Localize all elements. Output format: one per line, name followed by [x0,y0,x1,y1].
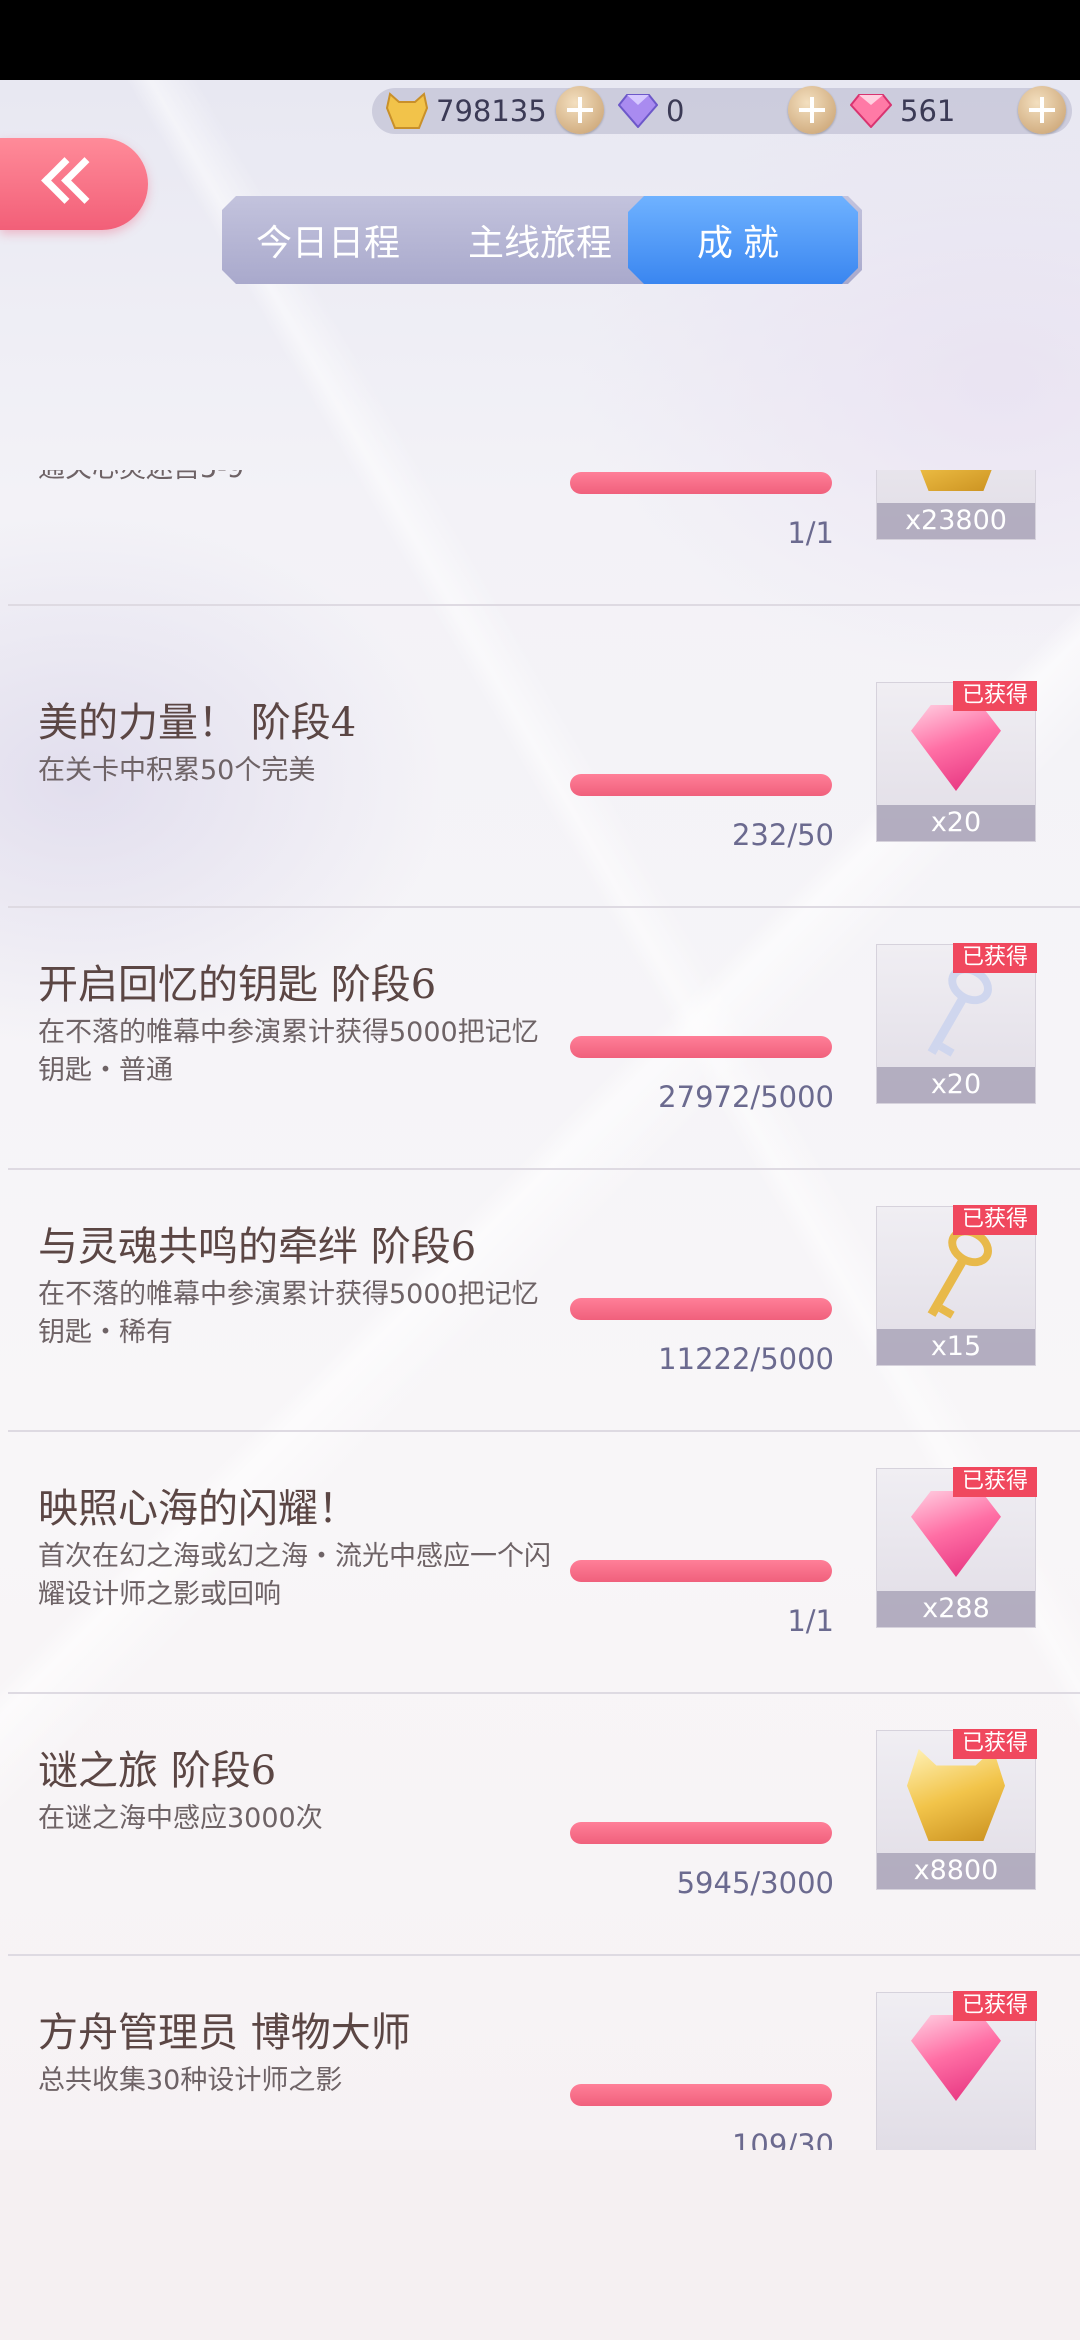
purple-diamond-value: 0 [666,94,685,128]
obtained-badge: 已获得 [953,1467,1037,1497]
progress-text: 5945/3000 [676,1866,834,1900]
progress-text: 27972/5000 [658,1080,834,1114]
pink-diamond-icon [911,1491,1001,1577]
purple-diamond-icon [618,94,658,128]
progress-bar [570,2084,832,2106]
reward-slot[interactable]: 已获得 x20 [876,681,1037,842]
status-bar [0,0,1080,80]
reward-quantity: x15 [877,1329,1035,1365]
gold-coin-icon [907,1749,1005,1841]
achievement-description: 在关卡中积累50个完美 [38,755,316,786]
reward-slot[interactable]: x23800 [876,470,1036,540]
progress-bar [570,1036,832,1058]
currency-coins: 798135 [386,88,547,134]
achievement-title: 美的力量！ 阶段4 [38,700,357,746]
achievement-row: 方舟管理员 博物大师 总共收集30种设计师之影 109/30 已获得 [0,1956,1080,2150]
achievement-title: 与灵魂共鸣的牵绊 阶段6 [38,1224,477,1270]
cat-coin-icon [386,92,428,129]
achievement-row: 映照心海的闪耀！ 首次在幻之海或幻之海・流光中感应一个闪耀设计师之影或回响 1/… [0,1432,1080,1694]
reward-quantity: x20 [877,805,1035,841]
progress-text: 11222/5000 [658,1342,834,1376]
add-pink-diamond-button[interactable] [1018,86,1066,134]
reward-slot[interactable]: 已获得 x288 [876,1467,1037,1628]
reward-slot[interactable]: 已获得 x15 [876,1205,1037,1366]
achievement-title: 谜之旅 阶段6 [38,1748,277,1794]
achievement-description: 通关心灵迷宫5-9 [38,470,558,488]
reward-slot[interactable]: 已获得 [876,1991,1037,2150]
obtained-badge: 已获得 [953,1729,1037,1759]
achievement-description: 总共收集30种设计师之影 [38,2065,343,2096]
add-purple-diamond-button[interactable] [788,86,836,134]
reward-slot[interactable]: 已获得 x8800 [876,1729,1037,1890]
obtained-badge: 已获得 [953,943,1037,973]
progress-bar [570,1822,832,1844]
progress-text: 1/1 [787,1604,834,1638]
achievement-row: 开启回忆的钥匙 阶段6 在不落的帷幕中参演累计获得5000把记忆钥匙・普通 27… [0,908,1080,1170]
pink-diamond-icon [911,2015,1001,2101]
progress-text: 109/30 [731,2128,834,2150]
tab-main-journey[interactable]: 主线旅程 [450,196,630,284]
bottom-area [0,2150,1080,2340]
achievement-row: 美的力量！ 阶段4 在关卡中积累50个完美 232/50 已获得 x20 [0,646,1080,908]
tab-achievements[interactable]: 成就 [628,196,858,284]
progress-bar [570,1298,832,1320]
obtained-badge: 已获得 [953,1205,1037,1235]
pink-diamond-icon [911,705,1001,791]
currency-pink-diamond: 561 [850,88,955,134]
coins-value: 798135 [436,94,547,128]
achievement-list[interactable]: 通关心灵迷宫5-9 1/1 x23800 美的力量！ 阶段4 在关卡中积累50个… [0,470,1080,2150]
gold-coin-icon [907,470,1005,491]
gold-key-icon [916,1219,1000,1327]
achievement-row: 通关心灵迷宫5-9 1/1 x23800 [0,470,1080,606]
progress-bar [570,472,832,494]
progress-text: 1/1 [787,516,834,550]
achievement-description: 在不落的帷幕中参演累计获得5000把记忆钥匙・普通 [38,1017,539,1086]
pink-diamond-value: 561 [900,94,956,128]
obtained-badge: 已获得 [953,1991,1037,2021]
achievement-title: 方舟管理员 博物大师 [38,2010,411,2056]
obtained-badge: 已获得 [953,681,1037,711]
achievement-title: 开启回忆的钥匙 阶段6 [38,962,437,1008]
tab-daily-schedule[interactable]: 今日日程 [238,196,418,284]
reward-quantity: x288 [877,1591,1035,1627]
reward-quantity: x23800 [877,503,1035,539]
add-coins-button[interactable] [556,86,604,134]
progress-bar [570,774,832,796]
reward-quantity: x20 [877,1067,1035,1103]
achievement-description: 在谜之海中感应3000次 [38,1803,323,1834]
reward-slot[interactable]: 已获得 x20 [876,943,1037,1104]
reward-quantity: x8800 [877,1853,1035,1889]
currency-purple-diamond: 0 [618,88,684,134]
back-button[interactable] [0,138,148,230]
achievement-description: 首次在幻之海或幻之海・流光中感应一个闪耀设计师之影或回响 [38,1541,551,1610]
achievement-row: 谜之旅 阶段6 在谜之海中感应3000次 5945/3000 已获得 x8800 [0,1694,1080,1956]
pink-diamond-icon [850,94,892,128]
progress-bar [570,1560,832,1582]
achievement-title: 映照心海的闪耀！ [38,1486,358,1532]
achievement-row: 与灵魂共鸣的牵绊 阶段6 在不落的帷幕中参演累计获得5000把记忆钥匙・稀有 1… [0,1170,1080,1432]
divider [8,604,1080,606]
silver-key-icon [916,957,1000,1065]
progress-text: 232/50 [731,818,834,852]
achievement-description: 在不落的帷幕中参演累计获得5000把记忆钥匙・稀有 [38,1279,539,1348]
